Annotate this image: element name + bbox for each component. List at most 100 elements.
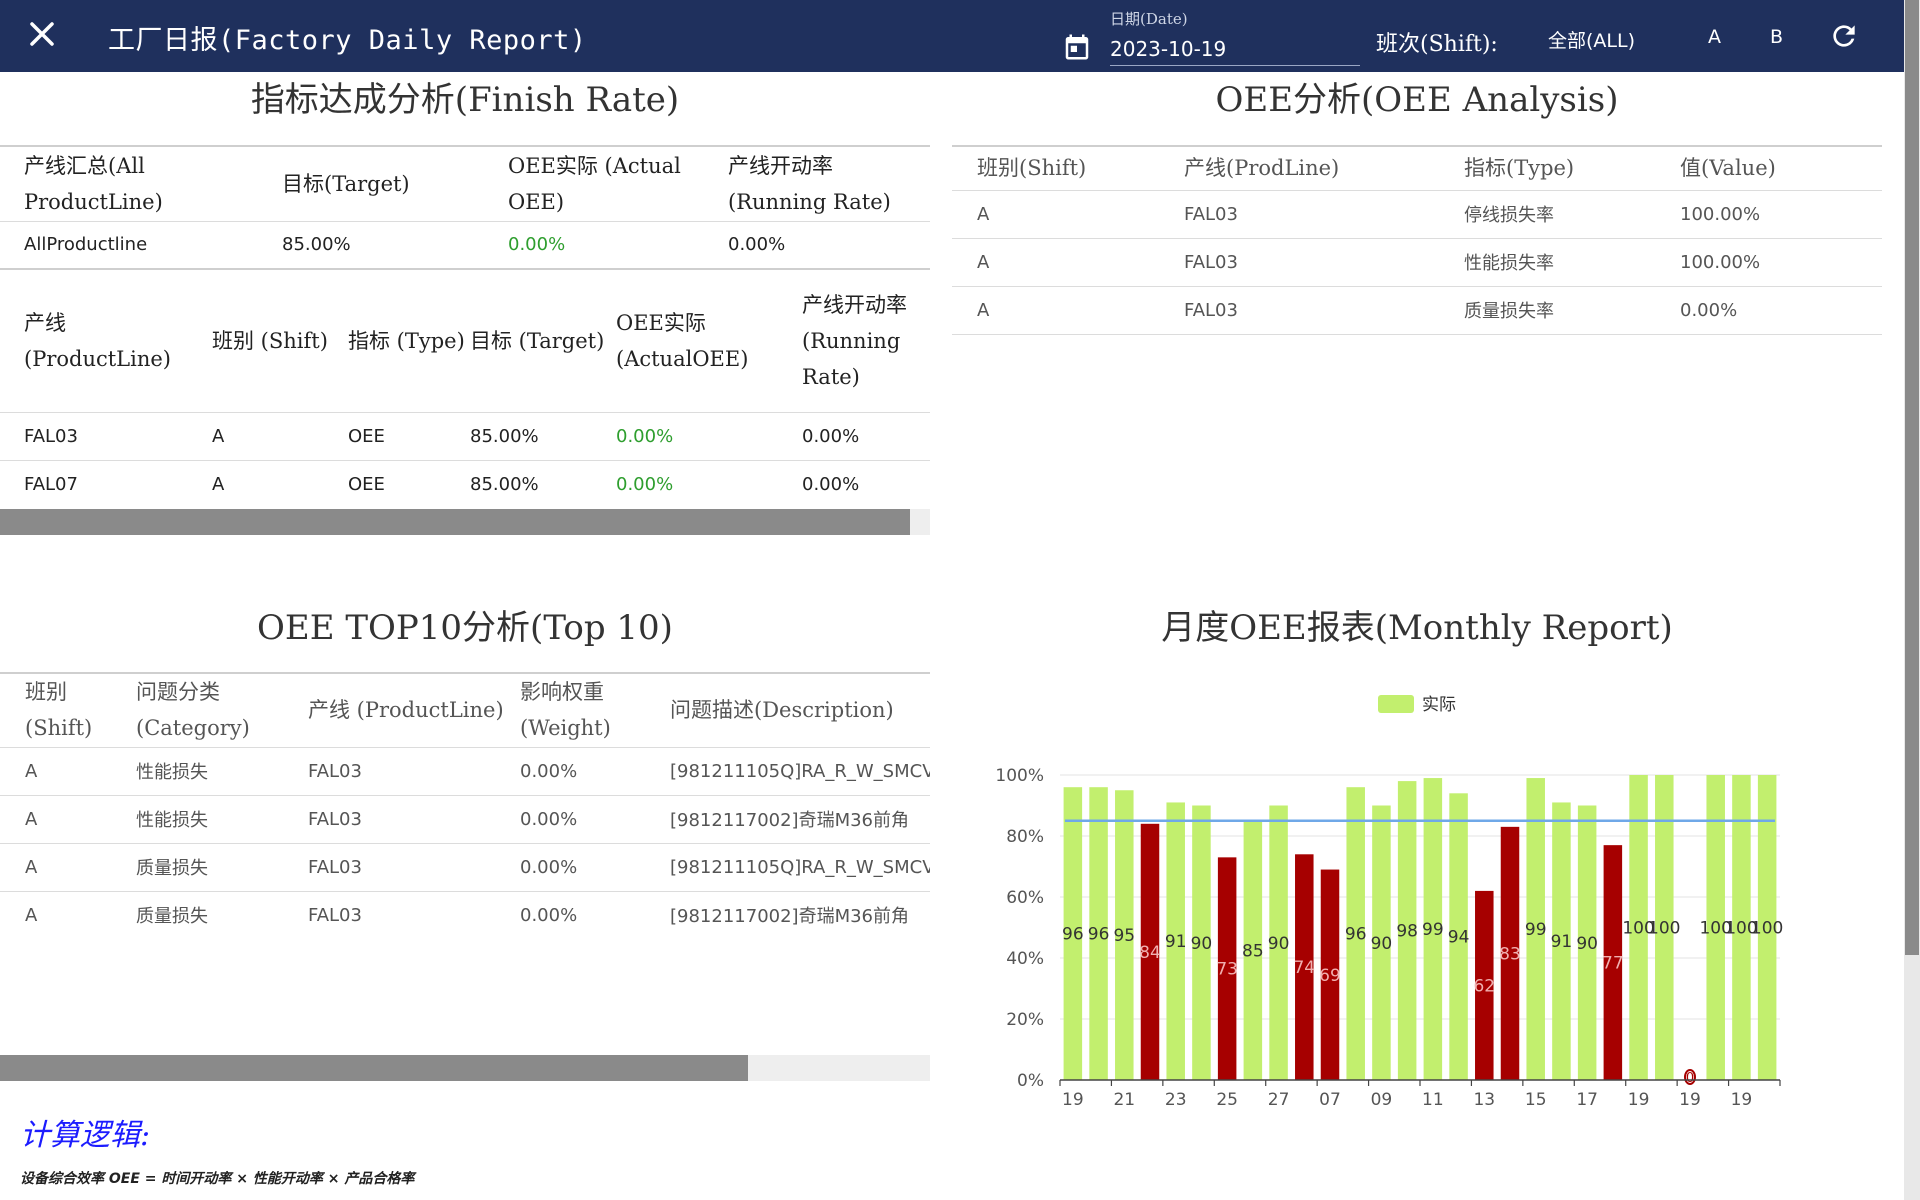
- top10-cell-description: [981211105Q]RA_R_W_SMCV: [670, 842, 930, 891]
- summary-cell-running: 0.00%: [728, 220, 930, 267]
- oee-cell-value: 100.00%: [1680, 189, 1882, 238]
- summary-header-actual: OEE实际 (Actual OEE): [508, 153, 681, 214]
- detail-cell-running: 0.00%: [802, 411, 930, 460]
- top10-hscrollbar-thumb[interactable]: [0, 1055, 748, 1081]
- top10-cell-shift: A: [0, 794, 136, 843]
- top10-header-weight: 影响权重 (Weight): [520, 680, 611, 741]
- data-label: 77: [1602, 954, 1624, 974]
- date-input[interactable]: [1110, 32, 1360, 66]
- top10-cell-description: [9812117002]奇瑞M36前角: [670, 794, 930, 843]
- x-tick-label: 21: [1113, 1090, 1135, 1110]
- top10-hscrollbar[interactable]: [0, 1055, 930, 1081]
- data-label: 62: [1473, 976, 1495, 996]
- data-label: 90: [1191, 934, 1213, 954]
- top10-cell-productline: FAL03: [308, 794, 520, 843]
- oee-cell-shift: A: [952, 189, 1184, 238]
- date-picker[interactable]: 日期(Date): [1060, 6, 1362, 68]
- table-row: A 性能损失 FAL03 0.00% [9812117002]奇瑞M36前角: [0, 794, 930, 843]
- page-scrollbar[interactable]: [1904, 0, 1920, 1200]
- oee-analysis-table: 班别(Shift) 产线(ProdLine) 指标(Type) 值(Value)…: [952, 145, 1882, 335]
- monthly-report-title: 月度OEE报表(Monthly Report): [1161, 608, 1673, 648]
- finish-rate-hscrollbar-thumb[interactable]: [0, 509, 910, 535]
- data-label: 90: [1268, 934, 1290, 954]
- date-label: 日期(Date): [1110, 10, 1188, 28]
- table-row: A 性能损失 FAL03 0.00% [981211105Q]RA_R_W_SM…: [0, 746, 930, 795]
- data-label: 99: [1422, 920, 1444, 940]
- detail-cell-target: 85.00%: [470, 459, 616, 508]
- data-label: 90: [1371, 934, 1393, 954]
- data-label: 83: [1499, 944, 1521, 964]
- top10-header-description: 问题描述(Description): [670, 698, 894, 723]
- detail-cell-productline: FAL07: [0, 459, 212, 508]
- summary-cell-actual: 0.00%: [508, 220, 728, 267]
- table-row: FAL03 A OEE 85.00% 0.00% 0.00%: [0, 411, 930, 460]
- top10-cell-weight: 0.00%: [520, 842, 670, 891]
- top10-cell-shift: A: [0, 842, 136, 891]
- x-tick-label: 19: [1062, 1090, 1084, 1110]
- summary-header-row: 产线汇总(All ProductLine) 目标(Target) OEE实际 (…: [0, 146, 930, 221]
- shift-option-a[interactable]: A: [1708, 26, 1721, 48]
- data-label: 84: [1139, 943, 1161, 963]
- detail-header-shift: 班别 (Shift): [212, 328, 328, 353]
- finish-rate-hscrollbar[interactable]: [0, 509, 930, 535]
- refresh-button[interactable]: [1824, 16, 1864, 56]
- oee-analysis-header-value: 值(Value): [1680, 156, 1776, 181]
- oee-cell-type: 质量损失率: [1464, 285, 1680, 334]
- data-label: 85: [1242, 941, 1264, 961]
- top10-cell-category: 质量损失: [136, 890, 308, 939]
- x-tick-label: 13: [1473, 1090, 1495, 1110]
- summary-header-running: 产线开动率 (Running Rate): [728, 153, 891, 214]
- top10-cell-shift: A: [0, 890, 136, 939]
- oee-analysis-header-type: 指标(Type): [1464, 156, 1575, 181]
- top10-cell-category: 质量损失: [136, 842, 308, 891]
- top10-cell-category: 性能损失: [136, 794, 308, 843]
- shift-label: 班次(Shift):: [1376, 32, 1498, 57]
- table-row: FAL07 A OEE 85.00% 0.00% 0.00%: [0, 459, 930, 508]
- oee-cell-value: 0.00%: [1680, 285, 1882, 334]
- detail-header-running: 产线开动率 (Running Rate): [802, 292, 907, 389]
- detail-header-productline: 产线 (ProductLine): [24, 310, 171, 371]
- monthly-oee-chart: 实际0%20%40%60%80%100%96 96 958491 907385 9074…: [995, 695, 1783, 1110]
- table-row: A 质量损失 FAL03 0.00% [9812117002]奇瑞M36前角: [0, 890, 930, 939]
- calendar-icon: [1065, 34, 1089, 60]
- top10-header-shift: 班别 (Shift): [25, 680, 93, 741]
- data-label: 69: [1319, 966, 1341, 986]
- x-tick-label: 15: [1525, 1090, 1547, 1110]
- x-tick-label: 19: [1679, 1090, 1701, 1110]
- top10-cell-productline: FAL03: [308, 890, 520, 939]
- data-label: 96: [1062, 925, 1084, 945]
- close-button[interactable]: [22, 14, 62, 54]
- x-tick-label: 07: [1319, 1090, 1341, 1110]
- table-row: A FAL03 停线损失率 100.00%: [952, 189, 1882, 238]
- page-scrollbar-thumb[interactable]: [1905, 0, 1919, 955]
- summary-cell-productline: AllProductline: [0, 220, 282, 267]
- summary-header-target: 目标(Target): [282, 171, 410, 196]
- shift-option-all[interactable]: 全部(ALL): [1548, 26, 1635, 53]
- top10-cell-description: [981211105Q]RA_R_W_SMCV: [670, 746, 930, 795]
- x-tick-label: 23: [1165, 1090, 1187, 1110]
- detail-header-type: 指标 (Type): [348, 328, 465, 353]
- data-label: 96: [1088, 925, 1110, 945]
- x-tick-label: 19: [1628, 1090, 1650, 1110]
- detail-cell-running: 0.00%: [802, 459, 930, 508]
- top10-cell-productline: FAL03: [308, 746, 520, 795]
- finish-rate-summary-table: 产线汇总(All ProductLine) 目标(Target) OEE实际 (…: [0, 145, 930, 267]
- summary-row: AllProductline 85.00% 0.00% 0.00%: [0, 220, 930, 267]
- top10-cell-description: [9812117002]奇瑞M36前角: [670, 890, 930, 939]
- x-tick-label: 11: [1422, 1090, 1444, 1110]
- detail-cell-productline: FAL03: [0, 411, 212, 460]
- top10-cell-weight: 0.00%: [520, 794, 670, 843]
- oee-cell-type: 性能损失率: [1464, 237, 1680, 286]
- y-tick-label: 100%: [995, 766, 1044, 786]
- x-tick-label: 27: [1268, 1090, 1290, 1110]
- detail-cell-shift: A: [212, 411, 348, 460]
- summary-header-productline: 产线汇总(All ProductLine): [24, 153, 163, 214]
- oee-cell-prodline: FAL03: [1184, 237, 1464, 286]
- x-tick-label: 19: [1731, 1090, 1753, 1110]
- summary-cell-target: 85.00%: [282, 220, 508, 267]
- oee-analysis-header-shift: 班别(Shift): [977, 156, 1087, 181]
- detail-cell-actual: 0.00%: [616, 411, 802, 460]
- x-tick-label: 09: [1371, 1090, 1393, 1110]
- shift-option-b[interactable]: B: [1770, 26, 1783, 48]
- data-label: 100: [1648, 919, 1680, 939]
